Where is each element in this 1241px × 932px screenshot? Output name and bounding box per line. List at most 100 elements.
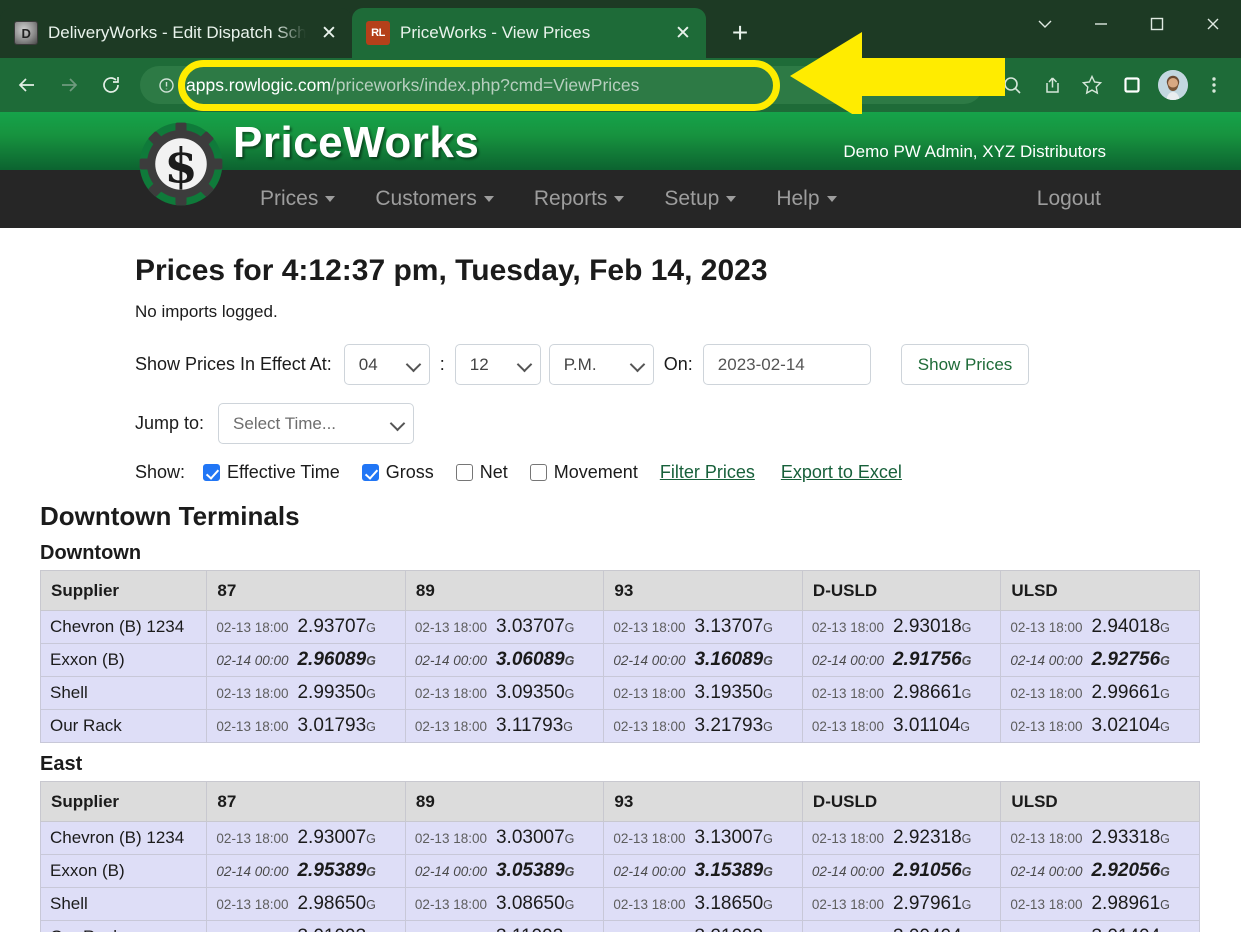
price-value: 3.13707G	[694, 616, 773, 637]
on-label: On:	[663, 354, 693, 374]
minute-select[interactable]: 12	[454, 344, 541, 385]
column-header-d-usld: D-USLD	[801, 781, 1002, 822]
price-cell: 02-13 18:00 3.08650G	[404, 887, 605, 921]
price-value: 2.92318G	[892, 827, 972, 848]
price-value: 3.06089G	[495, 649, 575, 670]
reload-icon[interactable]	[92, 66, 130, 104]
price-suffix: G	[961, 621, 972, 635]
show-prices-button[interactable]: Show Prices	[900, 344, 1030, 385]
nav-item-customers[interactable]: Customers	[355, 187, 514, 211]
price-cell: 02-13 18:00 3.21793G	[603, 709, 803, 743]
price-value: 3.01104G	[892, 715, 970, 736]
tab-priceworks[interactable]: RL PriceWorks - View Prices ✕	[352, 8, 706, 58]
effective-time: 02-13 18:00	[216, 897, 289, 912]
supplier-cell: Shell	[39, 887, 208, 921]
price-value: 2.91756G	[892, 649, 972, 670]
supplier-cell: Exxon (B)	[39, 854, 208, 888]
minimize-icon[interactable]	[1073, 0, 1129, 48]
price-value: 3.03007G	[495, 827, 575, 848]
browser-menu-icon[interactable]	[1195, 66, 1233, 104]
price-value: 3.18650G	[694, 893, 773, 914]
supplier-cell: Our Rack	[39, 709, 208, 743]
column-header-89: 89	[404, 570, 605, 611]
forward-icon[interactable]	[50, 66, 88, 104]
effective-time: 02-13 18:00	[414, 620, 487, 635]
zone-title: Downtown	[40, 542, 142, 564]
close-icon[interactable]: ✕	[316, 20, 342, 46]
hour-select[interactable]: 04	[343, 344, 430, 385]
price-cell: 02-14 00:00 3.05389G	[404, 854, 605, 888]
checkbox-gross[interactable]: Gross	[361, 462, 434, 483]
checkbox-box[interactable]	[361, 464, 379, 481]
price-cell: 02-13 18:00 2.97961G	[801, 887, 1002, 921]
supplier-name: Shell	[50, 894, 88, 913]
price-value: 3.09350G	[495, 682, 575, 703]
checkbox-box[interactable]	[529, 464, 547, 481]
nav-item-prices[interactable]: Prices	[240, 187, 355, 211]
supplier-cell: Exxon (B)	[39, 643, 208, 677]
date-input[interactable]	[702, 344, 871, 385]
effective-time: 02-13 18:00	[216, 831, 289, 846]
checkbox-movement[interactable]: Movement	[529, 462, 638, 483]
price-cell: 02-13 18:003.01404G	[1000, 920, 1200, 932]
checkbox-effective-time[interactable]: Effective Time	[203, 462, 340, 483]
checkbox-box[interactable]	[203, 464, 221, 481]
page-info-icon[interactable]	[154, 73, 178, 97]
price-value: 2.93018G	[892, 616, 972, 637]
new-tab-button[interactable]: +	[720, 13, 760, 53]
avatar[interactable]	[1158, 70, 1188, 100]
column-header-93: 93	[603, 781, 803, 822]
maximize-icon[interactable]	[1129, 0, 1185, 48]
effective-time: 02-14 00:00	[414, 653, 487, 668]
share-icon[interactable]	[1033, 66, 1071, 104]
table-row: Exxon (B) 02-14 00:00 2.96089G 02-14 00:00 3…	[39, 643, 1200, 677]
price-value: 3.19350G	[694, 682, 773, 703]
meridiem-select[interactable]: P.M.	[548, 344, 654, 385]
sidebar-panel-icon[interactable]	[1113, 66, 1151, 104]
back-icon[interactable]	[8, 66, 46, 104]
checkbox-net[interactable]: Net	[455, 462, 508, 483]
jump-to-label: Jump to:	[135, 413, 205, 433]
window-close-icon[interactable]	[1185, 0, 1241, 48]
export-to-excel-link[interactable]: Export to Excel	[781, 462, 902, 483]
checkbox-box[interactable]	[455, 464, 473, 481]
price-cell: 02-13 18:00 3.03707G	[404, 610, 605, 644]
logout-link[interactable]: Logout	[1017, 187, 1121, 211]
effective-time: 02-14 00:00	[811, 864, 884, 879]
bookmark-star-icon[interactable]	[1073, 66, 1111, 104]
filter-prices-link[interactable]: Filter Prices	[660, 462, 755, 483]
price-value: 3.01404G	[1091, 926, 1169, 932]
table-row: Our Rack 02-13 18:00 3.01793G 02-13 18:00 3.…	[39, 709, 1200, 743]
price-cell: 02-14 00:00 3.16089G	[603, 643, 803, 677]
price-value: 2.96089G	[297, 649, 376, 670]
nav-label: Help	[776, 187, 820, 210]
close-icon[interactable]: ✕	[670, 20, 696, 46]
jump-to-select[interactable]: Select Time...	[218, 403, 415, 444]
price-value: 3.00404G	[893, 926, 971, 932]
chevron-down-icon	[614, 196, 625, 202]
effective-time: 02-13 18:00	[811, 719, 884, 734]
price-suffix: G	[366, 865, 376, 879]
price-suffix: G	[564, 654, 575, 668]
effective-time: 02-14 00:00	[1010, 653, 1083, 668]
chevron-down-icon[interactable]	[1017, 0, 1073, 48]
chevron-down-icon	[826, 196, 837, 202]
effective-time: 02-13 18:00	[613, 897, 686, 912]
nav-item-help[interactable]: Help	[756, 187, 856, 211]
chevron-down-icon	[726, 196, 737, 202]
price-cell: 02-13 18:00 3.09350G	[404, 676, 605, 710]
nav-item-setup[interactable]: Setup	[644, 187, 756, 211]
tab-strip: D DeliveryWorks - Edit Dispatch Sch ✕ RL…	[0, 0, 1241, 58]
tab-deliveryworks[interactable]: D DeliveryWorks - Edit Dispatch Sch ✕	[0, 8, 352, 58]
price-suffix: G	[763, 687, 773, 701]
supplier-name: Shell	[50, 683, 88, 702]
column-header-93: 93	[603, 570, 803, 611]
price-suffix: G	[564, 621, 575, 635]
price-cell: 02-14 00:00 2.96089G	[206, 643, 406, 677]
price-value: 3.01793G	[297, 715, 376, 736]
window-controls	[1017, 0, 1241, 48]
price-suffix: G	[1160, 720, 1170, 734]
nav-item-reports[interactable]: Reports	[514, 187, 645, 211]
effective-time: 02-13 18:00	[414, 686, 487, 701]
jump-to-select-wrap: Select Time...	[218, 403, 415, 444]
